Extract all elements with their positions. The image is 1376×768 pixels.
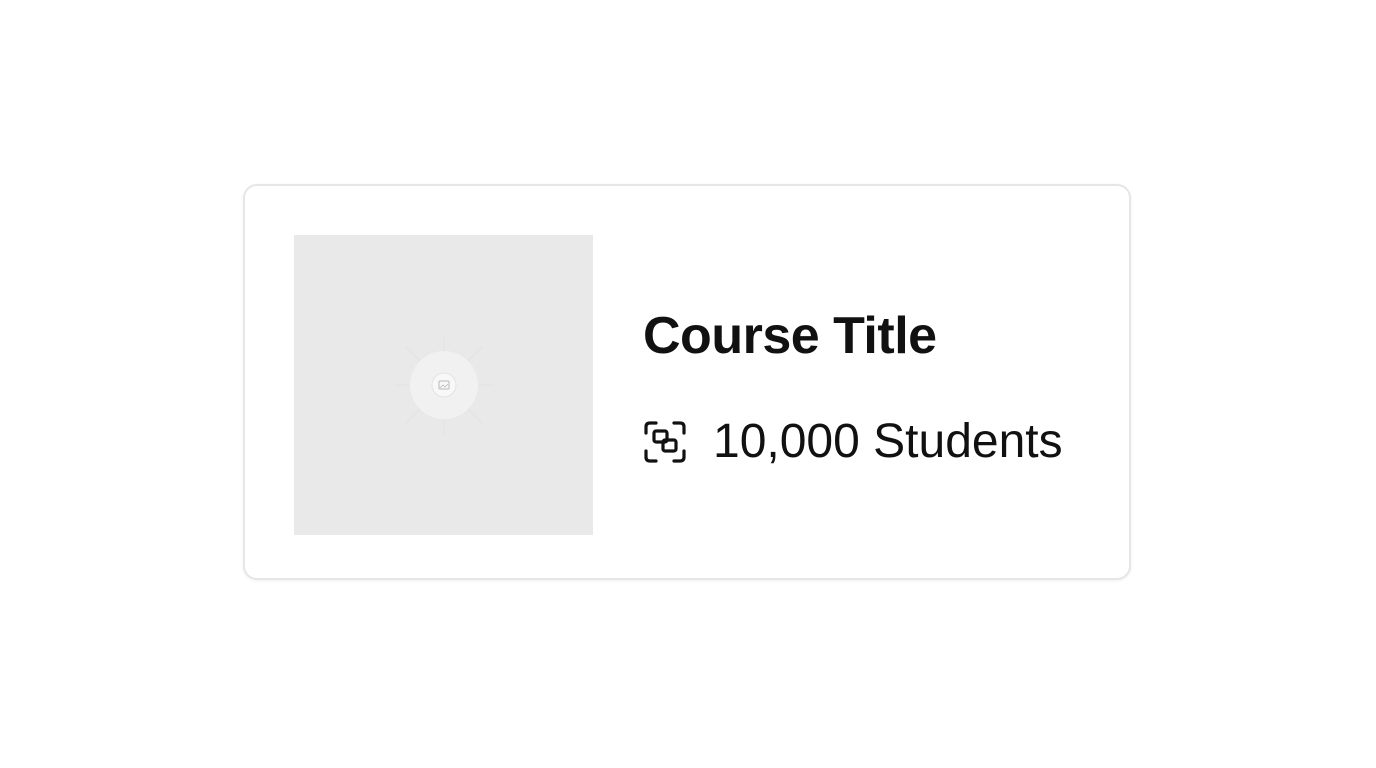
students-icon (644, 421, 686, 463)
students-label: 10,000 Students (713, 415, 1063, 468)
image-placeholder-icon (394, 335, 494, 435)
students-count: 10,000 Students (643, 414, 1063, 470)
course-card[interactable]: Course Title 10,000 Students (243, 184, 1131, 580)
course-title[interactable]: Course Title (643, 306, 1109, 366)
course-thumbnail (294, 235, 593, 535)
course-info: Course Title 10,000 Students (643, 306, 1109, 468)
